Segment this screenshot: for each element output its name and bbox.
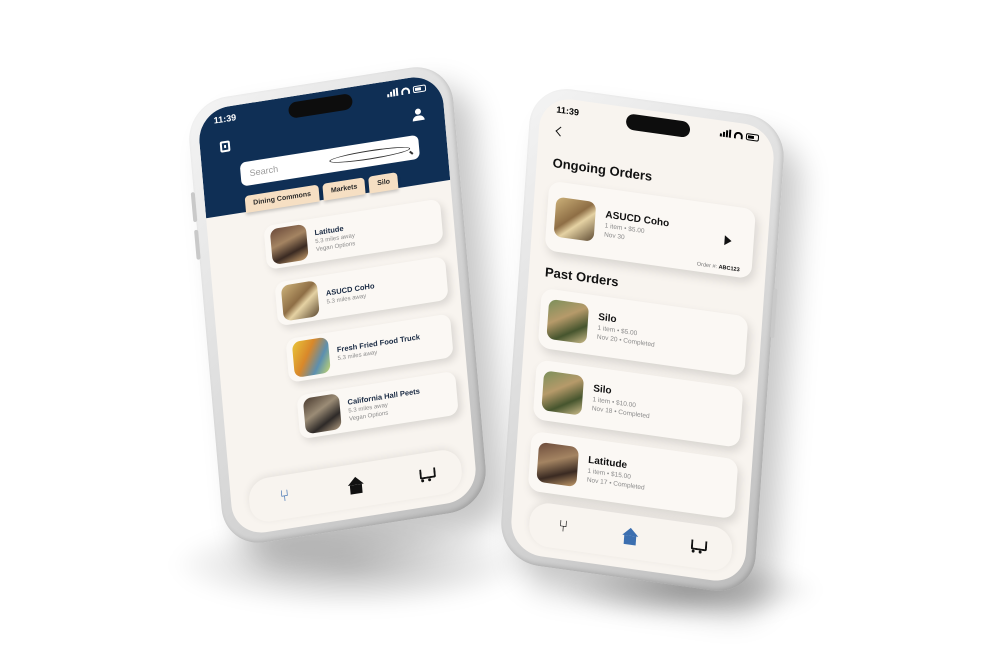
phone-right: 11:39 Ongoing Orders ASUCD Coho 1 item •… <box>498 83 787 597</box>
home-icon[interactable] <box>621 527 640 547</box>
volume-down-button <box>194 229 201 260</box>
bottom-nav: ⑂ <box>247 447 464 525</box>
status-time: 11:39 <box>556 104 580 118</box>
location-thumbnail <box>291 336 331 378</box>
location-card-food-truck[interactable]: Fresh Fried Food Truck 5.3 miles away <box>285 313 454 383</box>
orders-screen: 11:39 Ongoing Orders ASUCD Coho 1 item •… <box>509 95 776 585</box>
battery-icon <box>745 132 760 142</box>
power-button <box>770 288 778 339</box>
wifi-icon <box>400 86 411 95</box>
order-thumbnail <box>546 298 590 345</box>
back-icon[interactable] <box>555 126 566 137</box>
user-profile-icon[interactable] <box>412 108 425 122</box>
play-icon[interactable] <box>724 235 732 247</box>
location-card-peets[interactable]: California Hall Peets 5.3 miles away Veg… <box>296 370 459 440</box>
signal-icon <box>719 128 732 138</box>
location-card-coho[interactable]: ASUCD CoHo 5.3 miles away <box>274 255 449 327</box>
search-icon[interactable] <box>328 143 411 166</box>
location-list: Latitude 5.3 miles away Vegan Options AS… <box>263 198 460 456</box>
order-number: Order #: ABC123 <box>696 261 740 274</box>
search-placeholder: Search <box>249 163 279 179</box>
volume-up-button <box>190 191 198 223</box>
cart-icon[interactable] <box>689 536 708 556</box>
phone-shadow-left <box>170 520 530 610</box>
status-time: 11:39 <box>213 112 237 126</box>
home-icon[interactable] <box>346 476 366 497</box>
tab-silo[interactable]: Silo <box>368 172 399 194</box>
location-card-latitude[interactable]: Latitude 5.3 miles away Vegan Options <box>263 198 444 270</box>
cart-icon[interactable] <box>416 464 436 485</box>
signal-icon <box>387 87 399 98</box>
battery-icon <box>412 83 427 93</box>
past-orders-title: Past Orders <box>544 264 620 290</box>
location-thumbnail <box>269 223 309 265</box>
ongoing-orders-title: Ongoing Orders <box>552 155 653 184</box>
menu-icon[interactable] <box>219 140 231 153</box>
order-thumbnail <box>541 370 585 416</box>
ongoing-order-card[interactable]: ASUCD Coho 1 item • $5.00 Nov 30 Order #… <box>544 180 756 279</box>
fork-icon[interactable]: ⑂ <box>554 517 573 537</box>
phone-left: 11:39 Search Dining Commons Markets Silo <box>185 61 490 549</box>
location-thumbnail <box>280 280 320 322</box>
location-thumbnail <box>302 393 342 435</box>
order-thumbnail <box>536 441 580 488</box>
dining-locations-screen: 11:39 Search Dining Commons Markets Silo <box>196 72 479 538</box>
wifi-icon <box>733 130 744 139</box>
order-thumbnail <box>553 196 597 242</box>
fork-icon[interactable]: ⑂ <box>275 487 295 508</box>
